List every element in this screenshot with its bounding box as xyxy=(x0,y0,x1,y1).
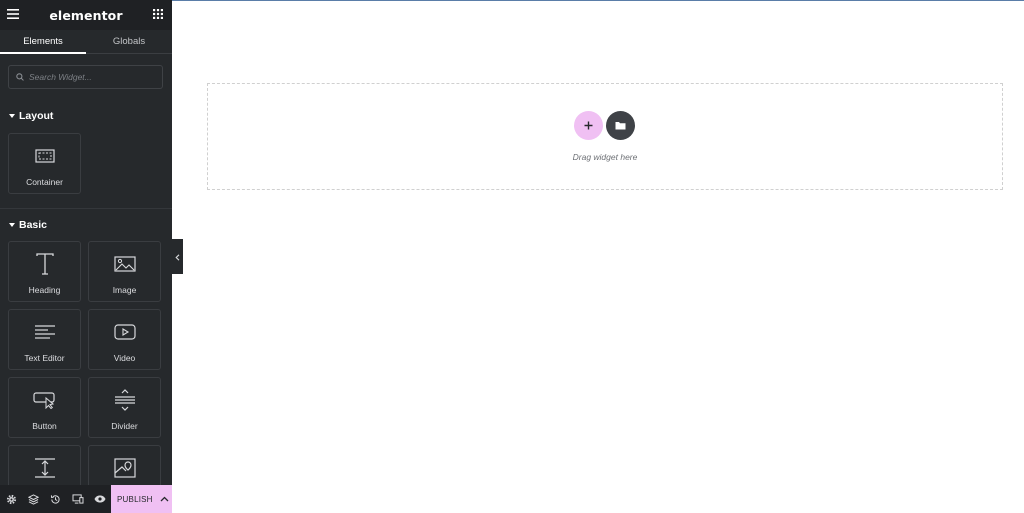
section-basic-title: Basic xyxy=(19,219,48,231)
settings-icon[interactable] xyxy=(0,485,22,513)
add-section-button[interactable] xyxy=(574,111,603,140)
chevron-left-icon xyxy=(175,248,180,266)
image-icon xyxy=(113,252,136,276)
widget-heading[interactable]: Heading xyxy=(8,241,81,302)
panel-header: elementor xyxy=(0,0,172,30)
search-icon xyxy=(16,68,24,86)
responsive-icon[interactable] xyxy=(67,485,89,513)
plus-icon xyxy=(584,117,593,135)
search-input[interactable] xyxy=(29,72,149,82)
publish-button[interactable]: PUBLISH xyxy=(111,495,157,504)
widget-container[interactable]: Container xyxy=(8,133,81,194)
history-icon[interactable] xyxy=(44,485,66,513)
preview-icon[interactable] xyxy=(89,485,111,513)
widget-label: Container xyxy=(26,177,63,187)
hamburger-menu-icon[interactable] xyxy=(7,6,19,24)
text-editor-icon xyxy=(34,320,56,344)
publish-button-group: PUBLISH xyxy=(111,485,172,513)
tab-elements[interactable]: Elements xyxy=(0,30,86,54)
spacer-icon xyxy=(34,456,56,480)
video-icon xyxy=(113,320,136,344)
widget-button[interactable]: Button xyxy=(8,377,81,438)
widget-label: Video xyxy=(113,353,136,363)
container-icon xyxy=(34,144,55,168)
widget-text-editor[interactable]: Text Editor xyxy=(8,309,81,370)
brand-logo: elementor xyxy=(49,7,123,23)
caret-down-icon xyxy=(9,223,15,227)
tab-globals[interactable]: Globals xyxy=(86,30,172,54)
search-box xyxy=(8,65,163,89)
chevron-up-icon[interactable] xyxy=(157,485,172,513)
widget-label: Image xyxy=(112,285,137,295)
search-wrapper xyxy=(0,54,172,89)
folder-icon xyxy=(615,117,626,135)
canvas-top-border xyxy=(172,0,1024,1)
add-template-button[interactable] xyxy=(606,111,635,140)
apps-grid-icon[interactable] xyxy=(153,6,163,24)
section-basic-toggle[interactable]: Basic xyxy=(0,219,172,231)
widget-drop-zone[interactable]: Drag widget here xyxy=(207,83,1003,190)
caret-down-icon xyxy=(9,114,15,118)
layout-widget-grid: Container xyxy=(0,133,172,194)
widget-label: Text Editor xyxy=(24,353,65,363)
basic-widget-grid: Heading Image Text Editor Video Button D… xyxy=(0,241,172,506)
panel-collapse-handle[interactable] xyxy=(172,239,183,274)
google-maps-icon xyxy=(113,456,136,480)
widget-video[interactable]: Video xyxy=(88,309,161,370)
section-layout-title: Layout xyxy=(19,110,54,122)
editor-panel: elementor Elements Globals Layout xyxy=(0,0,172,513)
divider-icon xyxy=(114,388,136,412)
section-layout-toggle[interactable]: Layout xyxy=(0,110,172,122)
widget-label: Heading xyxy=(28,285,61,295)
panel-footer: PUBLISH xyxy=(0,485,172,513)
layers-icon[interactable] xyxy=(22,485,44,513)
widget-image[interactable]: Image xyxy=(88,241,161,302)
button-icon xyxy=(32,388,57,412)
widget-label: Button xyxy=(32,421,57,431)
widget-label: Divider xyxy=(111,421,138,431)
widget-divider[interactable]: Divider xyxy=(88,377,161,438)
heading-icon xyxy=(35,252,55,276)
panel-tabs: Elements Globals xyxy=(0,30,172,54)
drop-zone-actions xyxy=(574,111,635,140)
drop-zone-hint: Drag widget here xyxy=(572,152,638,162)
